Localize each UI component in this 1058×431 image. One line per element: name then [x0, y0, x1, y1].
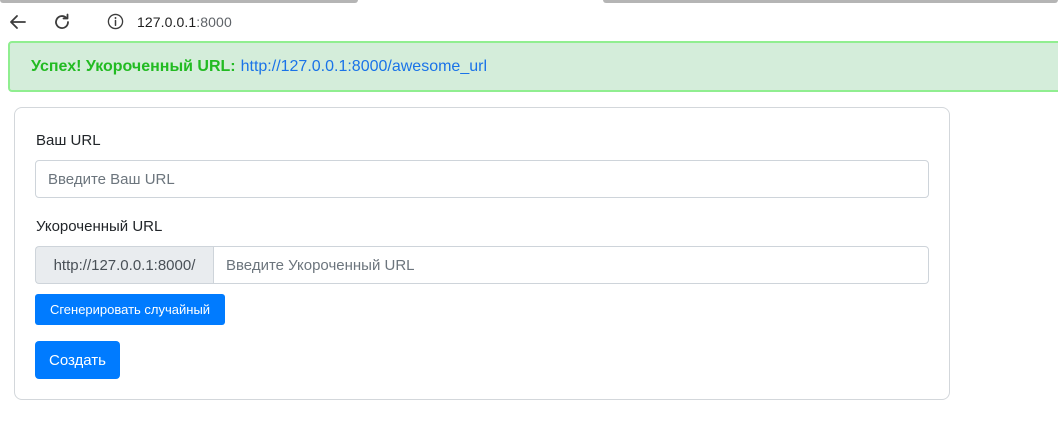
short-url-prefix: http://127.0.0.1:8000/: [35, 246, 213, 284]
short-url-input-group: http://127.0.0.1:8000/: [35, 246, 929, 284]
short-url-link[interactable]: http://127.0.0.1:8000/awesome_url: [241, 58, 487, 76]
url-port: :8000: [196, 13, 232, 30]
tab-edge-right: [603, 0, 1058, 3]
address-url: 127.0.0.1:8000: [137, 14, 232, 30]
address-bar[interactable]: 127.0.0.1:8000: [92, 5, 1058, 38]
arrow-left-icon: [10, 15, 26, 29]
success-alert: Успех! Укороченный URL: http://127.0.0.1…: [8, 41, 1058, 92]
browser-toolbar: 127.0.0.1:8000: [0, 0, 1058, 42]
shortener-form-card: Ваш URL Укороченный URL http://127.0.0.1…: [14, 107, 950, 400]
back-button[interactable]: [4, 8, 32, 36]
tab-edge-left: [0, 0, 358, 3]
url-host: 127.0.0.1: [137, 13, 197, 30]
url-label: Ваш URL: [36, 132, 101, 149]
reload-icon: [55, 13, 69, 29]
short-url-label: Укороченный URL: [36, 218, 163, 235]
url-input[interactable]: [35, 160, 929, 198]
tab-strip: [0, 0, 1058, 3]
alert-message: Успех! Укороченный URL:: [31, 57, 236, 75]
create-button[interactable]: Создать: [35, 341, 120, 379]
reload-button[interactable]: [48, 8, 76, 36]
generate-random-button[interactable]: Сгенерировать случайный: [35, 294, 225, 325]
short-url-input[interactable]: [213, 246, 929, 284]
info-icon[interactable]: [106, 13, 124, 31]
